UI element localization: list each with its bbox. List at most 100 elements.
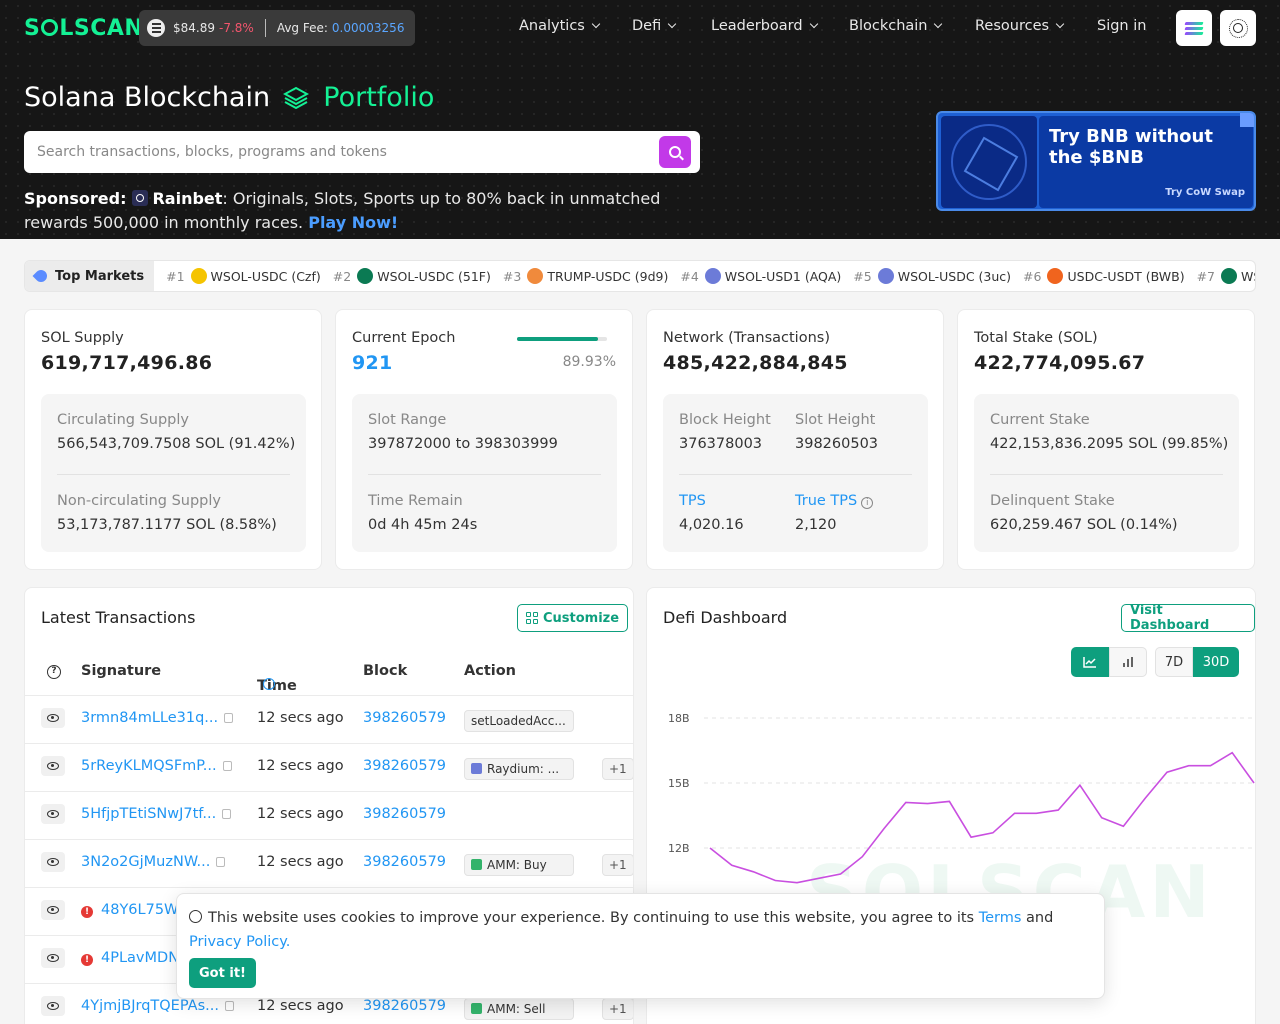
network-details: Block Height 376378003 Slot Height 39826… — [663, 394, 928, 552]
market-item[interactable]: #7 WSOL-USDC — [1196, 268, 1255, 284]
copy-icon[interactable] — [222, 809, 232, 819]
block-link[interactable]: 398260579 — [363, 758, 446, 774]
more-actions-badge[interactable]: +1 — [602, 854, 633, 876]
line-chart-icon — [1083, 657, 1096, 668]
preview-button[interactable] — [41, 996, 65, 1016]
terms-link[interactable]: Terms — [979, 910, 1022, 926]
epoch-value[interactable]: 921 — [352, 352, 393, 374]
stake-details: Current Stake 422,153,836.2095 SOL (99.8… — [974, 394, 1239, 552]
more-actions-badge[interactable]: +1 — [602, 758, 633, 780]
block-link[interactable]: 398260579 — [363, 854, 446, 870]
chevron-down-icon — [1055, 19, 1065, 29]
search-input[interactable] — [24, 131, 624, 173]
portfolio-link[interactable]: Portfolio — [323, 82, 434, 113]
market-item[interactable]: #6 USDC-USDT (BWB) — [1023, 268, 1185, 284]
action-badge[interactable]: setLoadedAcc... — [464, 710, 574, 732]
signature-link[interactable]: 5HfjpTEtiSNwJ7tf... — [81, 806, 232, 822]
range-30d-button[interactable]: 30D — [1193, 647, 1239, 677]
signature-text: 3N2o2GjMuzNW... — [81, 854, 211, 870]
preview-button[interactable] — [41, 708, 65, 728]
visit-dashboard-button[interactable]: Visit Dashboard — [1121, 603, 1255, 633]
privacy-policy-link[interactable]: Privacy Policy. — [189, 934, 290, 950]
market-pair: WSOL-USD1 (AQA) — [724, 268, 842, 284]
eye-icon — [47, 858, 59, 866]
play-now-link[interactable]: Play Now! — [308, 213, 398, 232]
block-link[interactable]: 398260579 — [363, 998, 446, 1014]
ad-info-icon[interactable] — [1240, 113, 1254, 127]
detail-value: 620,259.467 SOL (0.14%) — [990, 517, 1178, 533]
action-badge[interactable]: Raydium: ... — [464, 758, 574, 780]
market-pair: WSOL-USDC (3uc) — [897, 268, 1012, 284]
range-7d-button[interactable]: 7D — [1155, 647, 1193, 677]
network-card: Network (Transactions) 485,422,884,845 B… — [646, 309, 944, 570]
nav-blockchain[interactable]: Blockchain — [849, 18, 943, 34]
eye-icon — [47, 762, 59, 770]
solana-network-button[interactable] — [1176, 10, 1212, 46]
solscan-logo[interactable]: S LSCAN — [24, 16, 143, 41]
block-link[interactable]: 398260579 — [363, 806, 446, 822]
ad-banner[interactable]: Try BNB without the $BNB Try CoW Swap — [936, 111, 1256, 211]
theme-toggle-button[interactable] — [1220, 10, 1256, 46]
market-item[interactable]: #5 WSOL-USDC (3uc) — [853, 268, 1011, 284]
market-rank: #7 — [1196, 268, 1216, 284]
preview-button[interactable] — [41, 756, 65, 776]
copy-icon[interactable] — [224, 713, 234, 723]
market-pair: USDC-USDT (BWB) — [1067, 268, 1185, 284]
block-link[interactable]: 398260579 — [363, 710, 446, 726]
action-badge[interactable]: AMM: Buy — [464, 854, 574, 876]
search-button[interactable] — [659, 136, 691, 168]
bar-chart-button[interactable] — [1109, 647, 1147, 677]
preview-button[interactable] — [41, 804, 65, 824]
true-tps-link[interactable]: True TPS i — [795, 493, 874, 509]
token-icon — [527, 268, 544, 284]
nav-label: Blockchain — [849, 18, 928, 34]
copy-icon[interactable] — [222, 761, 232, 771]
epoch-progress-text: 89.93% — [562, 354, 616, 370]
header: S LSCAN $84.89 -7.8% Avg Fee: 0.00003256 … — [0, 0, 1280, 239]
nav-leaderboard[interactable]: Leaderboard — [711, 18, 818, 34]
customize-button[interactable]: Customize — [517, 604, 629, 632]
got-it-button[interactable]: Got it! — [189, 958, 256, 988]
action-badge[interactable]: AMM: Sell — [464, 998, 574, 1020]
market-item[interactable]: #2 WSOL-USDC (51F) — [333, 268, 491, 284]
tx-time: 12 secs ago — [257, 710, 344, 726]
detail-label: Slot Height — [795, 412, 876, 428]
market-rank: #3 — [502, 268, 522, 284]
signature-text: 5HfjpTEtiSNwJ7tf... — [81, 806, 217, 822]
total-stake-card: Total Stake (SOL) 422,774,095.67 Current… — [957, 309, 1255, 570]
signature-link[interactable]: ! 4PLavMDN — [81, 950, 179, 966]
market-item[interactable]: #3 TRUMP-USDC (9d9) — [503, 268, 668, 284]
signature-link[interactable]: 4YjmjBJrqTQEPAs... — [81, 998, 234, 1014]
action-text: AMM: Sell — [487, 1002, 546, 1016]
nav-resources[interactable]: Resources — [975, 18, 1065, 34]
copy-icon[interactable] — [224, 1001, 234, 1011]
info-icon[interactable]: i — [861, 497, 874, 509]
signature-link[interactable]: 3rmn84mLLe31q... — [81, 710, 234, 726]
ad-content: Try BNB without the $BNB Try CoW Swap — [1039, 116, 1253, 208]
market-item[interactable]: #4 WSOL-USD1 (AQA) — [680, 268, 841, 284]
preview-button[interactable] — [41, 948, 65, 968]
detail-label: Current Stake — [990, 412, 1090, 428]
preview-button[interactable] — [41, 852, 65, 872]
more-actions-badge[interactable]: +1 — [602, 998, 633, 1020]
sign-in-link[interactable]: Sign in — [1097, 18, 1146, 34]
sponsor-name[interactable]: Rainbet — [152, 189, 222, 208]
tps-link[interactable]: TPS — [679, 493, 706, 509]
token-icon — [357, 268, 374, 284]
line-chart-button[interactable] — [1071, 647, 1109, 677]
column-block: Block — [363, 663, 408, 679]
detail-label: Non-circulating Supply — [57, 493, 221, 509]
chevron-down-icon — [591, 19, 601, 29]
nav-analytics[interactable]: Analytics — [519, 18, 601, 34]
signature-link[interactable]: 5rReyKLMQSFmP... — [81, 758, 232, 774]
column-action: Action — [464, 663, 517, 679]
action-text: AMM: Buy — [487, 858, 547, 872]
chart-type-toggle — [1071, 647, 1147, 677]
help-icon[interactable]: ? — [47, 665, 61, 679]
signature-link[interactable]: 3N2o2GjMuzNW... — [81, 854, 226, 870]
copy-icon[interactable] — [216, 857, 226, 867]
market-item[interactable]: #1 WSOL-USDC (Czf) — [166, 268, 321, 284]
nav-defi[interactable]: Defi — [632, 18, 677, 34]
preview-button[interactable] — [41, 900, 65, 920]
signature-link[interactable]: ! 48Y6L75W — [81, 902, 178, 918]
